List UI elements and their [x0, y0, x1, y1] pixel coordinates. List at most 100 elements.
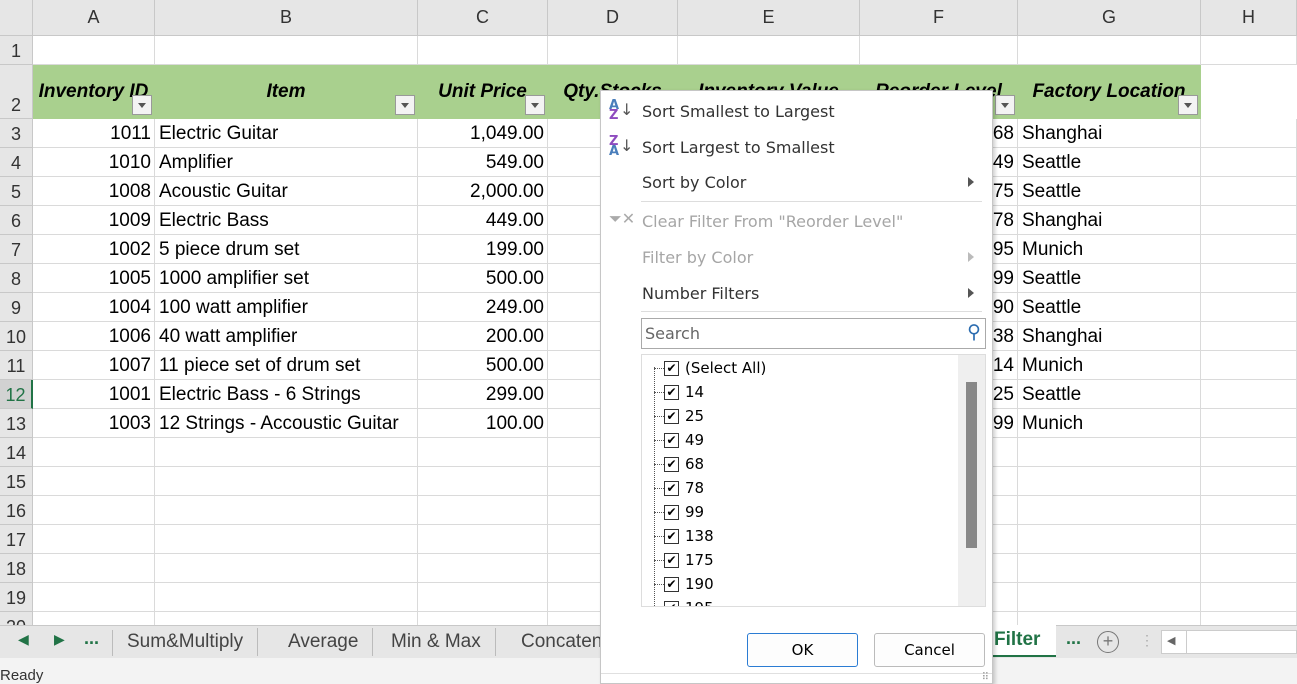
cell[interactable]	[155, 612, 418, 625]
more-sheets-left[interactable]: ...	[84, 628, 99, 649]
row-header-10[interactable]: 10	[0, 322, 33, 351]
cell[interactable]	[1201, 148, 1297, 177]
horizontal-scrollbar[interactable]: ◀	[1161, 630, 1297, 654]
row-header-17[interactable]: 17	[0, 525, 33, 554]
cell-unit-price[interactable]: 500.00	[418, 351, 548, 380]
cell[interactable]	[155, 583, 418, 612]
row-header-4[interactable]: 4	[0, 148, 33, 177]
filter-dropdown-button[interactable]	[525, 95, 545, 115]
checkbox-checked-icon[interactable]: ✔	[664, 408, 679, 424]
cell-item[interactable]: Amplifier	[155, 148, 418, 177]
filter-value-item[interactable]: ✔ 49	[654, 428, 704, 452]
checkbox-checked-icon[interactable]: ✔	[664, 480, 679, 496]
column-header-c[interactable]: C	[418, 0, 548, 36]
cell-inventory-id[interactable]: 1002	[33, 235, 155, 264]
cell[interactable]	[1201, 206, 1297, 235]
row-header-8[interactable]: 8	[0, 264, 33, 293]
column-header-g[interactable]: G	[1018, 0, 1201, 36]
cell[interactable]	[1201, 380, 1297, 409]
column-header-d[interactable]: D	[548, 0, 678, 36]
column-header-b[interactable]: B	[155, 0, 418, 36]
cell-factory-location[interactable]: Shanghai	[1018, 119, 1201, 148]
filter-value-item[interactable]: ✔ 99	[654, 500, 704, 524]
row-header-2[interactable]: 2	[0, 65, 33, 119]
tab-sum-multiply[interactable]: Sum&Multiply	[113, 628, 259, 656]
cell-unit-price[interactable]: 2,000.00	[418, 177, 548, 206]
cell[interactable]	[418, 554, 548, 583]
cell-factory-location[interactable]: Seattle	[1018, 380, 1201, 409]
cell[interactable]	[33, 583, 155, 612]
cell-inventory-id[interactable]: 1010	[33, 148, 155, 177]
cell-factory-location[interactable]: Munich	[1018, 409, 1201, 438]
cell-factory-location[interactable]: Shanghai	[1018, 322, 1201, 351]
cell-inventory-id[interactable]: 1011	[33, 119, 155, 148]
cell-factory-location[interactable]: Seattle	[1018, 177, 1201, 206]
cell[interactable]	[155, 554, 418, 583]
cell[interactable]	[1201, 119, 1297, 148]
cell-factory-location[interactable]: Munich	[1018, 235, 1201, 264]
filter-value-item[interactable]: ✔ 68	[654, 452, 704, 476]
filter-value-item[interactable]: ✔ 190	[654, 572, 714, 596]
filter-dropdown-button[interactable]	[132, 95, 152, 115]
cell-unit-price[interactable]: 500.00	[418, 264, 548, 293]
filter-search-input[interactable]: Search ⚲	[641, 318, 986, 349]
cell[interactable]	[1018, 496, 1201, 525]
menu-sort-ascending[interactable]: Sort Smallest to Largest	[642, 96, 982, 126]
filter-value-item[interactable]: ✔ 175	[654, 548, 714, 572]
cell[interactable]	[860, 36, 1018, 65]
cell[interactable]	[1018, 554, 1201, 583]
cell[interactable]	[33, 467, 155, 496]
cell-factory-location[interactable]: Shanghai	[1018, 206, 1201, 235]
cell-item[interactable]: Electric Bass	[155, 206, 418, 235]
cell-unit-price[interactable]: 1,049.00	[418, 119, 548, 148]
cell[interactable]	[155, 438, 418, 467]
cell[interactable]	[1018, 583, 1201, 612]
cell[interactable]	[1201, 293, 1297, 322]
list-scrollbar[interactable]	[958, 355, 985, 606]
row-header-16[interactable]: 16	[0, 496, 33, 525]
filter-value-item[interactable]: ✔ (Select All)	[654, 356, 766, 380]
ok-button[interactable]: OK	[747, 633, 858, 667]
cell[interactable]	[1018, 36, 1201, 65]
cell[interactable]	[1201, 612, 1297, 625]
cell-item[interactable]: Electric Guitar	[155, 119, 418, 148]
cell[interactable]	[418, 438, 548, 467]
cell-inventory-id[interactable]: 1006	[33, 322, 155, 351]
filter-dropdown-button[interactable]	[395, 95, 415, 115]
menu-sort-descending[interactable]: Sort Largest to Smallest	[642, 132, 982, 162]
filter-values-list[interactable]: ✔ (Select All) ✔ 14 ✔ 25 ✔ 49 ✔ 68 ✔ 78 ✔ 99 ✔ 138 ✔ 175 ✔…	[641, 354, 986, 607]
cell-inventory-id[interactable]: 1009	[33, 206, 155, 235]
checkbox-checked-icon[interactable]: ✔	[664, 504, 679, 520]
scrollbar-thumb[interactable]	[966, 382, 977, 548]
add-sheet-icon[interactable]: +	[1097, 631, 1119, 653]
filter-dropdown-button[interactable]	[995, 95, 1015, 115]
row-header-5[interactable]: 5	[0, 177, 33, 206]
column-header-h[interactable]: H	[1201, 0, 1297, 36]
splitter-handle[interactable]: ⋮	[1140, 632, 1154, 649]
checkbox-checked-icon[interactable]: ✔	[664, 432, 679, 448]
cell[interactable]	[418, 36, 548, 65]
cell-unit-price[interactable]: 549.00	[418, 148, 548, 177]
cell[interactable]	[1201, 438, 1297, 467]
cell[interactable]	[155, 525, 418, 554]
filter-value-item[interactable]: ✔ 14	[654, 380, 704, 404]
cell[interactable]	[1201, 264, 1297, 293]
filter-value-item[interactable]: ✔ 25	[654, 404, 704, 428]
select-all-corner[interactable]	[0, 0, 33, 36]
checkbox-checked-icon[interactable]: ✔	[664, 384, 679, 400]
cell[interactable]	[1018, 438, 1201, 467]
menu-number-filters[interactable]: Number Filters	[642, 278, 982, 308]
cell-factory-location[interactable]: Seattle	[1018, 264, 1201, 293]
cell[interactable]	[33, 612, 155, 625]
cancel-button[interactable]: Cancel	[874, 633, 985, 667]
cell-unit-price[interactable]: 100.00	[418, 409, 548, 438]
checkbox-checked-icon[interactable]: ✔	[664, 456, 679, 472]
cell-item[interactable]: 40 watt amplifier	[155, 322, 418, 351]
cell-inventory-id[interactable]: 1001	[33, 380, 155, 409]
cell[interactable]	[33, 36, 155, 65]
cell[interactable]	[1201, 351, 1297, 380]
cell[interactable]	[1018, 467, 1201, 496]
cell[interactable]	[418, 525, 548, 554]
cell-unit-price[interactable]: 200.00	[418, 322, 548, 351]
cell-unit-price[interactable]: 449.00	[418, 206, 548, 235]
